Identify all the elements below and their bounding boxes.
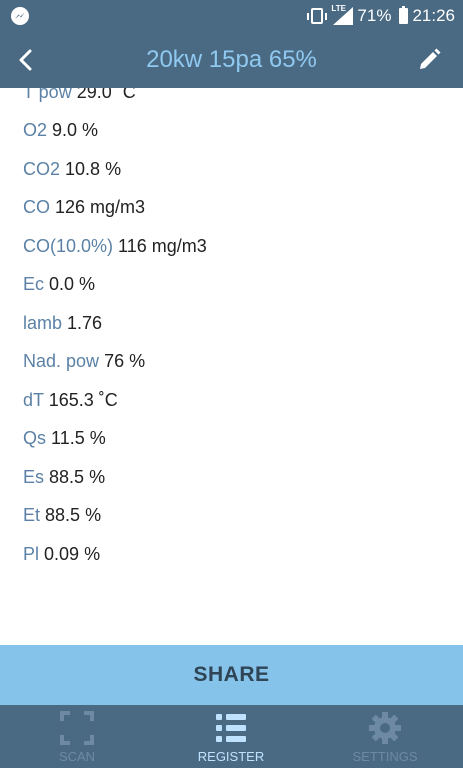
measurement-label: T pow: [23, 88, 72, 102]
measurement-value: 1.76: [67, 313, 103, 333]
page-title: 20kw 15pa 65%: [146, 46, 317, 73]
signal-icon: LTE: [331, 4, 354, 25]
edit-button[interactable]: [415, 46, 443, 74]
measurement-label: Qs: [23, 428, 47, 448]
vibrate-icon: [307, 8, 328, 24]
measurement-label: Nad. pow: [23, 351, 100, 371]
nav-settings[interactable]: SETTINGS: [308, 705, 462, 768]
measurement-label: Et: [23, 505, 41, 525]
pencil-icon: [420, 48, 441, 69]
nav-scan-label: SCAN: [58, 749, 96, 764]
measurement-value: 0.09 %: [44, 544, 101, 564]
chevron-left-icon: [19, 49, 32, 71]
share-button[interactable]: SHARE: [0, 645, 463, 705]
list-item: Pl 0.09 %: [23, 544, 100, 565]
list-item: lamb 1.76: [23, 313, 102, 334]
clock: 21:26: [412, 6, 455, 25]
list-item: Ec 0.0 %: [23, 274, 95, 295]
measurement-value: 165.3 ˚C: [48, 390, 118, 410]
status-bar: LTE 71% 21:26: [0, 0, 463, 32]
measurement-label: Ec: [23, 274, 45, 294]
list-item: CO 126 mg/m3: [23, 197, 145, 218]
list-item: CO(10.0%) 116 mg/m3: [23, 236, 207, 257]
status-icons: LTE 71% 21:26: [307, 0, 455, 32]
messenger-icon: [11, 7, 29, 25]
measurement-label: lamb: [23, 313, 63, 333]
nav-register[interactable]: REGISTER: [154, 705, 308, 768]
list-item: CO2 10.8 %: [23, 159, 121, 180]
list-icon: [216, 714, 246, 742]
network-type: LTE: [331, 4, 346, 13]
measurement-value: 88.5 %: [45, 505, 102, 525]
measurement-value: 9.0 %: [52, 120, 99, 140]
battery-percent: 71%: [357, 6, 392, 25]
list-item: T pow 29.0 ˚C: [23, 88, 136, 103]
measurement-value: 10.8 %: [65, 159, 122, 179]
measurement-value: 0.0 %: [49, 274, 96, 294]
bottom-nav: SCAN REGISTER SETTINGS: [0, 705, 463, 768]
measurement-value: 88.5 %: [49, 467, 106, 487]
measurement-label: CO(10.0%): [23, 236, 114, 256]
scan-icon: [60, 711, 94, 745]
measurement-value: 126 mg/m3: [55, 197, 146, 217]
nav-settings-label: SETTINGS: [352, 749, 418, 764]
measurement-label: dT: [23, 390, 44, 410]
list-item: Qs 11.5 %: [23, 428, 106, 449]
measurement-value: 76 %: [104, 351, 146, 371]
measurement-label: CO2: [23, 159, 61, 179]
list-item: dT 165.3 ˚C: [23, 390, 118, 411]
measurement-value: 116 mg/m3: [118, 236, 207, 256]
measurement-list[interactable]: T pow 29.0 ˚C O2 9.0 % CO2 10.8 % CO 126…: [0, 88, 463, 645]
nav-register-label: REGISTER: [197, 749, 265, 764]
list-item: O2 9.0 %: [23, 120, 98, 141]
list-item: Nad. pow 76 %: [23, 351, 145, 372]
measurement-label: Es: [23, 467, 45, 487]
measurement-label: CO: [23, 197, 50, 217]
measurement-value: 11.5 %: [51, 428, 106, 448]
battery-icon: [399, 6, 409, 24]
measurement-label: Pl: [23, 544, 40, 564]
measurement-value: 29.0 ˚C: [76, 88, 136, 102]
list-item: Et 88.5 %: [23, 505, 101, 526]
measurement-label: O2: [23, 120, 48, 140]
gear-icon: [369, 712, 401, 744]
nav-scan[interactable]: SCAN: [0, 705, 154, 768]
list-item: Es 88.5 %: [23, 467, 105, 488]
app-bar: 20kw 15pa 65%: [0, 32, 463, 88]
back-button[interactable]: [12, 46, 40, 74]
